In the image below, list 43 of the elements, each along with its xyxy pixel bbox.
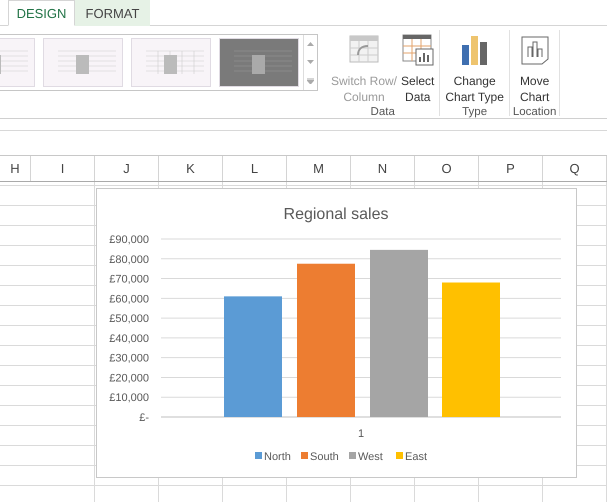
axis-tick-label: £80,000 [109, 254, 149, 266]
table-chart-icon [402, 34, 434, 66]
column-header[interactable]: J [95, 156, 159, 181]
legend-label: West [358, 451, 383, 463]
legend-label: East [405, 451, 428, 463]
column-header[interactable]: Q [543, 156, 607, 181]
category-label: 1 [358, 428, 364, 440]
legend-label: South [310, 451, 339, 463]
chart-title: Regional sales [284, 206, 388, 223]
chart-style-thumbnail[interactable] [0, 38, 35, 87]
ribbon-tab[interactable]: DESIGN [8, 0, 75, 26]
legend-label: North [264, 451, 291, 463]
ribbon-tab[interactable]: FORMAT [75, 0, 150, 26]
bar-chart-icon [460, 35, 489, 65]
chart-style-thumbnail[interactable] [219, 38, 299, 87]
column-header[interactable]: K [159, 156, 223, 181]
column-header[interactable]: O [415, 156, 479, 181]
axis-tick-label: £60,000 [109, 293, 149, 306]
chart-style-thumbnail[interactable] [131, 38, 211, 87]
column-header[interactable]: N [351, 156, 415, 181]
column-header[interactable]: M [287, 156, 351, 181]
ribbon-button[interactable]: Change Chart Type [443, 30, 506, 105]
column-header[interactable]: I [31, 156, 95, 181]
axis-tick-label: £30,000 [109, 352, 149, 365]
axis-tick-label: £50,000 [109, 313, 149, 326]
ribbon-button[interactable]: Select Data [399, 30, 436, 105]
table-swap-icon [349, 35, 380, 65]
column-header[interactable]: L [223, 156, 287, 181]
chart-style-thumbnail[interactable] [43, 38, 123, 87]
axis-tick-label: £90,000 [109, 234, 149, 246]
axis-tick-label: £40,000 [109, 332, 149, 345]
axis-tick-label: £20,000 [109, 372, 149, 384]
ribbon-button[interactable]: Move Chart [518, 30, 552, 105]
axis-tick-label: £70,000 [109, 274, 149, 286]
group-label: Type [462, 105, 488, 119]
axis-tick-label: £10,000 [109, 392, 149, 404]
group-label: Data [370, 105, 395, 119]
move-chart-icon [520, 35, 550, 65]
column-header[interactable]: P [479, 156, 543, 181]
column-header[interactable]: H [0, 156, 31, 181]
chart-area[interactable]: Regional sales £- £10,000 £20,000 £30,000 £40,000 £50,000 £60,000 £70,000 £80,000 £90,000 1 North South West East [96, 188, 577, 478]
axis-tick-label: £- [139, 412, 149, 424]
group-label: Location [512, 105, 556, 119]
